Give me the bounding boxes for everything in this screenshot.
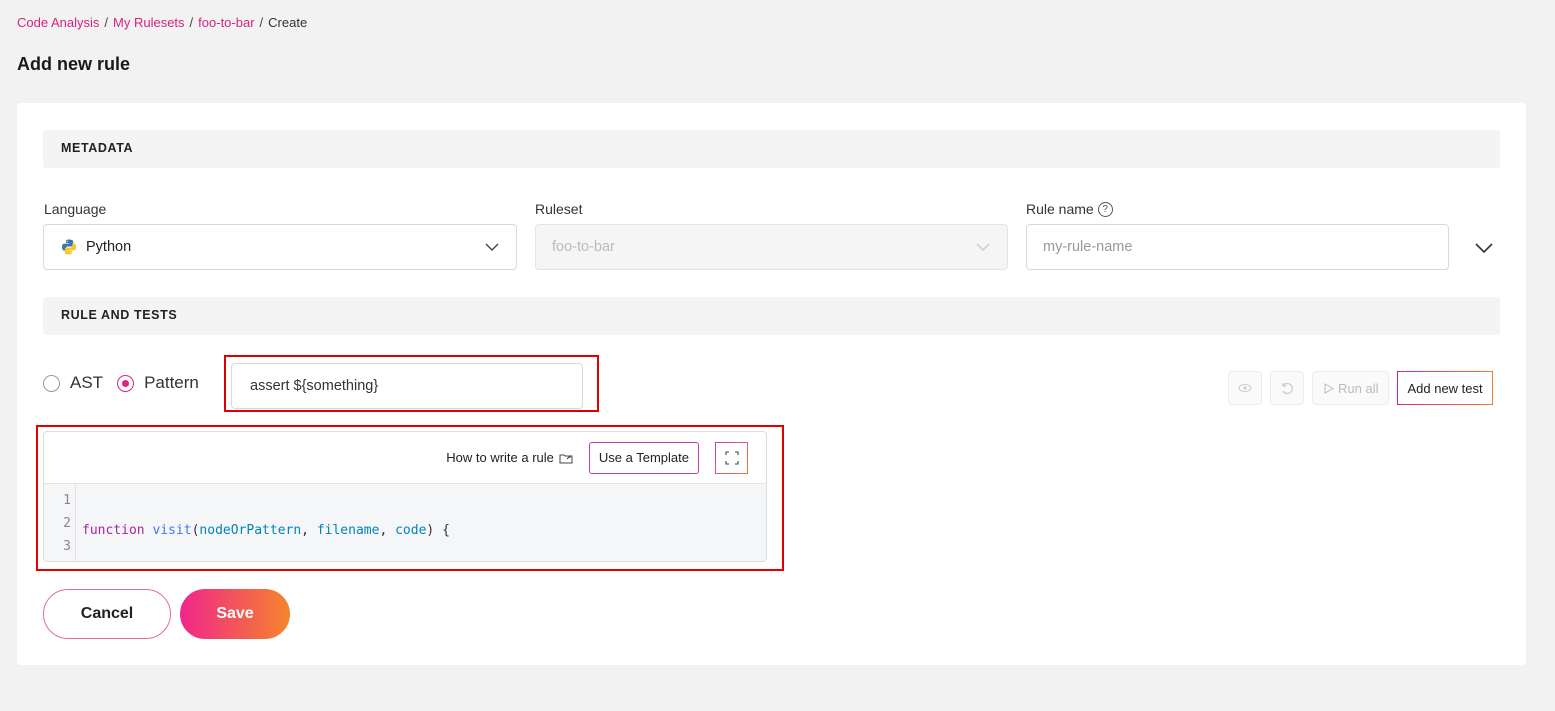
rule-name-label: Rule name ? (1026, 201, 1113, 217)
run-all-label: Run all (1338, 380, 1379, 396)
python-icon (62, 239, 76, 255)
code-line: function visit(nodeOrPattern, filename, … (82, 523, 450, 538)
rule-name-field[interactable] (1026, 224, 1449, 270)
editor-toolbar: How to write a rule Use a Template (44, 432, 766, 484)
add-new-test-button[interactable]: Add new test (1397, 371, 1493, 405)
breadcrumb-my-rulesets[interactable]: My Rulesets (113, 15, 185, 30)
use-template-button[interactable]: Use a Template (588, 441, 699, 474)
page-title: Add new rule (17, 54, 131, 74)
undo-icon (1282, 382, 1293, 395)
language-select[interactable]: Python (43, 224, 517, 270)
run-all-button[interactable]: Run all (1312, 371, 1390, 405)
radio-pattern-circle[interactable] (117, 374, 135, 392)
code-lines[interactable]: function visit(nodeOrPattern, filename, … (76, 484, 450, 561)
ruleset-value: foo-to-bar (552, 239, 615, 255)
breadcrumb-separator: / (259, 15, 264, 30)
play-icon (1324, 382, 1334, 394)
rule-mode-radio-group: AST Pattern (43, 373, 213, 393)
save-button[interactable]: Save (180, 589, 290, 639)
language-value: Python (86, 239, 132, 255)
breadcrumb-separator: / (189, 15, 194, 30)
eye-icon (1238, 384, 1252, 392)
ruleset-label: Ruleset (535, 201, 583, 217)
radio-ast-label: AST (70, 373, 104, 392)
test-actions: Run all Add new test (1228, 371, 1493, 405)
line-number: 3 (63, 539, 71, 554)
radio-pattern-label: Pattern (144, 373, 199, 392)
code-editor[interactable]: How to write a rule Use a Template 1 2 3… (43, 431, 767, 562)
chevron-down-icon (485, 243, 499, 251)
breadcrumb: Code Analysis / My Rulesets / foo-to-bar… (17, 15, 307, 30)
language-label: Language (44, 201, 107, 217)
metadata-section-header: METADATA (43, 130, 1500, 168)
radio-pattern[interactable]: Pattern (117, 373, 199, 393)
breadcrumb-current: Create (268, 15, 308, 30)
breadcrumb-code-analysis[interactable]: Code Analysis (17, 15, 99, 30)
code-area[interactable]: 1 2 3 function visit(nodeOrPattern, file… (44, 484, 766, 561)
help-icon[interactable]: ? (1097, 201, 1113, 217)
radio-ast[interactable]: AST (43, 373, 103, 393)
rule-form-card: METADATA Language Python Ruleset foo-to-… (17, 103, 1526, 665)
expand-chevron-icon[interactable] (1473, 237, 1495, 259)
breadcrumb-ruleset[interactable]: foo-to-bar (198, 15, 254, 30)
ruleset-select: foo-to-bar (535, 224, 1008, 270)
fullscreen-button[interactable] (715, 441, 748, 474)
rule-tests-section-header: RULE AND TESTS (43, 297, 1500, 335)
line-number: 2 (63, 516, 71, 531)
breadcrumb-separator: / (104, 15, 109, 30)
reset-button[interactable] (1270, 371, 1304, 405)
pattern-input[interactable]: assert ${something} (231, 363, 583, 409)
chevron-down-icon (976, 243, 990, 251)
cancel-button[interactable]: Cancel (43, 589, 171, 639)
how-to-label: How to write a rule (446, 450, 554, 465)
how-to-write-rule-link[interactable]: How to write a rule (446, 450, 573, 465)
external-link-icon (559, 454, 573, 463)
line-numbers: 1 2 3 (44, 484, 76, 561)
preview-button[interactable] (1228, 371, 1262, 405)
rule-name-input[interactable] (1043, 239, 1432, 255)
radio-ast-circle[interactable] (43, 374, 60, 392)
line-number: 1 (63, 493, 71, 508)
fullscreen-icon (724, 450, 739, 465)
